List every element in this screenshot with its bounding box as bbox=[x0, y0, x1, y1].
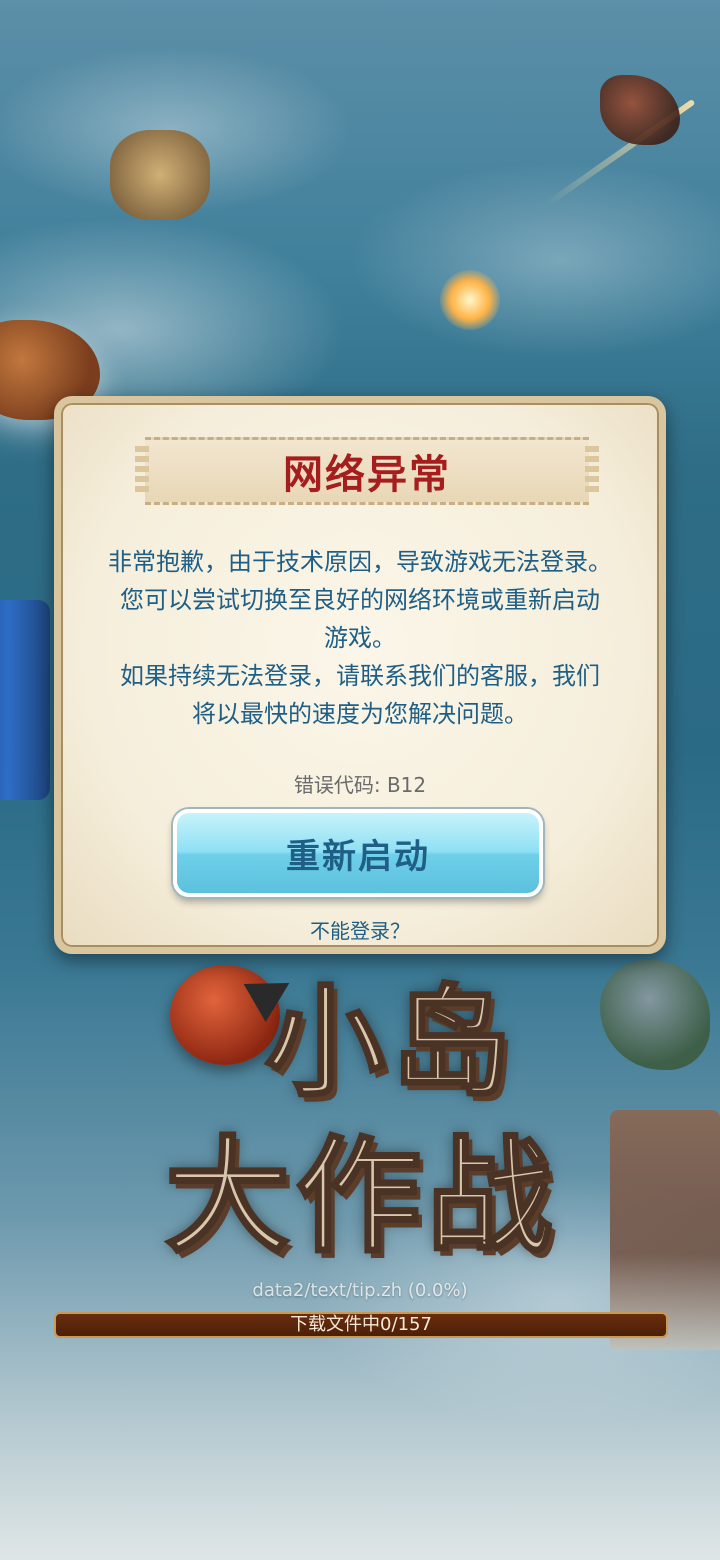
logo-line-1: 小岛 bbox=[264, 973, 517, 1115]
loading-file-status: data2/text/tip.zh (0.0%) bbox=[252, 1280, 468, 1301]
restart-button[interactable]: 重新启动 bbox=[173, 809, 543, 897]
message-line: 游戏。 bbox=[324, 624, 396, 652]
dialog-message: 非常抱歉，由于技术原因，导致游戏无法登录。 您可以尝试切换至良好的网络环境或重新… bbox=[81, 543, 639, 733]
message-line: 非常抱歉，由于技术原因，导致游戏无法登录。 bbox=[108, 548, 612, 576]
message-line: 如果持续无法登录，请联系我们的客服，我们 bbox=[120, 662, 600, 690]
message-line: 将以最快的速度为您解决问题。 bbox=[192, 700, 528, 728]
download-progress-bar: 下载文件中0/157 bbox=[54, 1312, 668, 1338]
enemy-plane-art bbox=[600, 75, 680, 145]
game-screen: 小岛 大作战 data2/text/tip.zh (0.0%) 下载文件中0/1… bbox=[0, 0, 720, 1560]
logo-line-2: 大作战 bbox=[164, 1124, 558, 1272]
progress-text: 下载文件中0/157 bbox=[290, 1314, 432, 1335]
dialog-title: 网络异常 bbox=[283, 452, 451, 498]
explosion-art bbox=[440, 270, 500, 330]
network-error-dialog: 网络异常 非常抱歉，由于技术原因，导致游戏无法登录。 您可以尝试切换至良好的网络… bbox=[54, 396, 666, 954]
title-banner: 网络异常 bbox=[135, 437, 599, 505]
ship-art bbox=[0, 600, 50, 800]
restart-button-label: 重新启动 bbox=[286, 836, 430, 877]
player-plane-art bbox=[110, 130, 210, 220]
error-code: 错误代码: B12 bbox=[293, 773, 427, 797]
game-logo: 小岛 大作战 bbox=[150, 945, 580, 1285]
cant-login-link[interactable]: 不能登录？ bbox=[61, 915, 659, 944]
message-line: 您可以尝试切换至良好的网络环境或重新启动 bbox=[120, 586, 600, 614]
island-art bbox=[600, 960, 710, 1070]
